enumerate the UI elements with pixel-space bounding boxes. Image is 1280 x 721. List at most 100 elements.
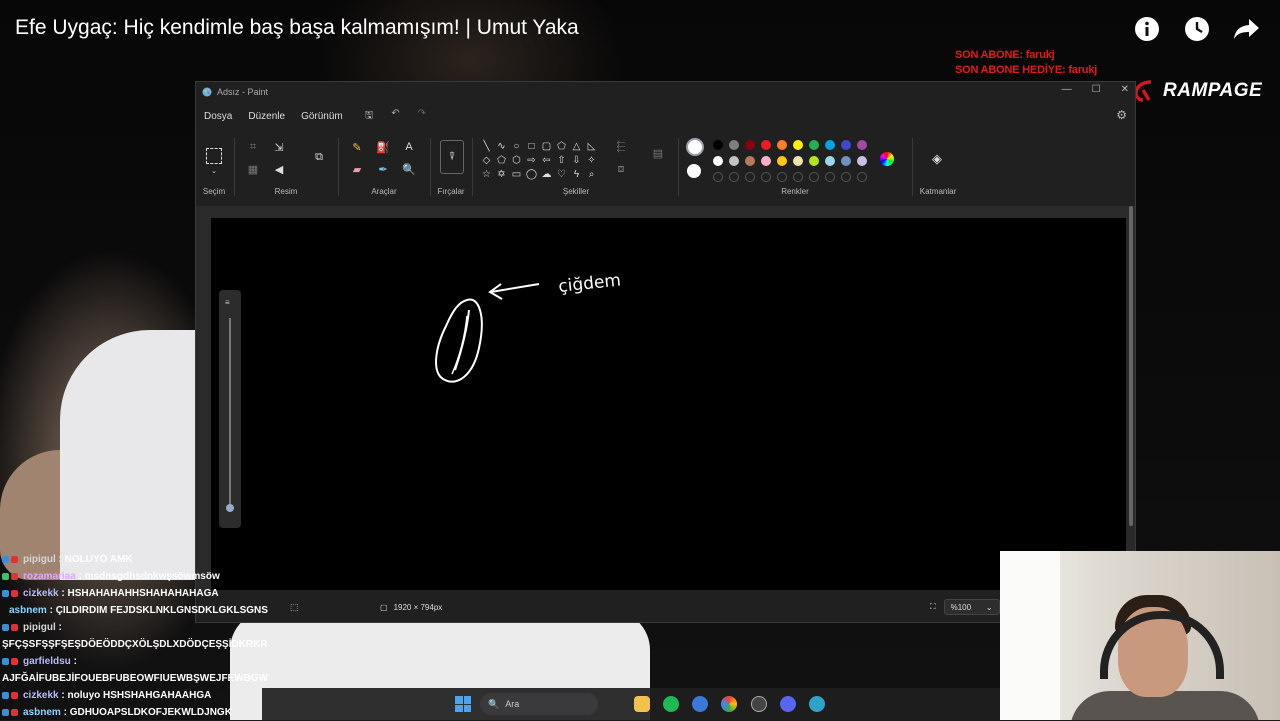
- diamond-shape-icon[interactable]: ◇: [479, 153, 494, 167]
- palette-color-swatch[interactable]: [745, 140, 755, 150]
- palette-color-swatch[interactable]: [809, 156, 819, 166]
- shape-fill-icon[interactable]: ⧈: [614, 162, 628, 176]
- palette-color-swatch[interactable]: [713, 140, 723, 150]
- shape-size-icon[interactable]: ▤: [648, 146, 668, 160]
- outline-icon[interactable]: ⬱: [614, 140, 628, 154]
- palette-color-swatch[interactable]: [729, 140, 739, 150]
- right-arrow-shape-icon[interactable]: ⇨: [524, 153, 539, 167]
- redo-icon[interactable]: ↷: [418, 108, 426, 125]
- primary-color-swatch[interactable]: [686, 138, 704, 156]
- palette-custom-slot[interactable]: [841, 172, 851, 182]
- down-arrow-shape-icon[interactable]: ⇩: [569, 153, 584, 167]
- palette-color-swatch[interactable]: [761, 140, 771, 150]
- canvas-scrollbar[interactable]: [1129, 206, 1133, 526]
- palette-custom-slot[interactable]: [713, 172, 723, 182]
- callout-oval-shape-icon[interactable]: ◯: [524, 167, 539, 181]
- chat-username[interactable]: pipigul: [23, 551, 56, 568]
- palette-custom-slot[interactable]: [793, 172, 803, 182]
- undo-icon[interactable]: ↶: [391, 108, 399, 125]
- layers-icon[interactable]: ◈: [930, 151, 944, 166]
- polygon-shape-icon[interactable]: ⬠: [554, 139, 569, 153]
- watch-later-icon[interactable]: [1182, 14, 1212, 44]
- palette-color-swatch[interactable]: [777, 156, 787, 166]
- search-icon: 🔍: [488, 698, 500, 709]
- obs-icon[interactable]: [751, 696, 767, 712]
- up-arrow-shape-icon[interactable]: ⇧: [554, 153, 569, 167]
- palette-color-swatch[interactable]: [793, 156, 803, 166]
- palette-custom-slot[interactable]: [857, 172, 867, 182]
- paint-ribbon: ⌄ Seçim ⌗ ⇲ ▦ ◀ ⧉ Resim ✎ ⛽ A ▰ ✒ 🔍 Araç…: [196, 132, 1135, 202]
- palette-color-swatch[interactable]: [809, 140, 819, 150]
- heart-shape-icon[interactable]: ♡: [554, 167, 569, 181]
- palette-color-swatch[interactable]: [825, 140, 835, 150]
- chat-username[interactable]: garfieldsu: [23, 653, 71, 670]
- palette-custom-slot[interactable]: [809, 172, 819, 182]
- save-icon[interactable]: 🖫: [365, 108, 374, 125]
- secondary-color-swatch[interactable]: [687, 164, 701, 178]
- palette-custom-slot[interactable]: [777, 172, 787, 182]
- menu-edit[interactable]: Düzenle: [248, 111, 285, 122]
- chat-username[interactable]: cizkekk: [23, 585, 59, 602]
- edit-colors-icon[interactable]: [880, 152, 894, 166]
- zoom-slider[interactable]: ≡: [219, 290, 241, 528]
- rounded-rectangle-shape-icon[interactable]: ▢: [539, 139, 554, 153]
- close-icon[interactable]: ✕: [1121, 84, 1129, 95]
- hexagon-shape-icon[interactable]: ⬡: [509, 153, 524, 167]
- palette-color-swatch[interactable]: [857, 140, 867, 150]
- right-triangle-shape-icon[interactable]: ◺: [584, 139, 599, 153]
- discord-icon[interactable]: [780, 696, 796, 712]
- chat-username[interactable]: asbnem: [9, 602, 47, 619]
- callout-cloud-shape-icon[interactable]: ☁: [539, 167, 554, 181]
- callout-rect-shape-icon[interactable]: ▭: [509, 167, 524, 181]
- menu-file[interactable]: Dosya: [204, 111, 232, 122]
- palette-color-swatch[interactable]: [825, 156, 835, 166]
- share-icon[interactable]: [1232, 14, 1262, 44]
- palette-color-swatch[interactable]: [841, 156, 851, 166]
- five-point-star-shape-icon[interactable]: ☆: [479, 167, 494, 181]
- chrome-icon[interactable]: [721, 696, 737, 712]
- zoom-slider-knob[interactable]: [226, 504, 234, 512]
- taskbar-search[interactable]: 🔍 Ara: [480, 693, 598, 715]
- file-explorer-icon[interactable]: [634, 696, 650, 712]
- chat-username[interactable]: rozamariaa: [23, 568, 76, 585]
- curve-shape-icon[interactable]: ∿: [494, 139, 509, 153]
- palette-custom-slot[interactable]: [745, 172, 755, 182]
- chat-username[interactable]: asbnem: [23, 704, 61, 721]
- left-arrow-shape-icon[interactable]: ⇦: [539, 153, 554, 167]
- palette-color-swatch[interactable]: [841, 140, 851, 150]
- oval-shape-icon[interactable]: ○: [509, 139, 524, 153]
- lightning-shape-icon[interactable]: ϟ: [569, 167, 584, 181]
- palette-color-swatch[interactable]: [761, 156, 771, 166]
- four-point-star-shape-icon[interactable]: ✧: [584, 153, 599, 167]
- settings-gear-icon[interactable]: ⚙: [1116, 108, 1127, 122]
- palette-color-swatch[interactable]: [713, 156, 723, 166]
- triangle-shape-icon[interactable]: △: [569, 139, 584, 153]
- chat-username[interactable]: cizkekk: [23, 687, 59, 704]
- spotify-icon[interactable]: [663, 696, 679, 712]
- network-app-icon[interactable]: [809, 696, 825, 712]
- windows-start-icon[interactable]: [455, 696, 471, 712]
- menu-view[interactable]: Görünüm: [301, 111, 343, 122]
- info-icon[interactable]: [1132, 14, 1162, 44]
- minimize-icon[interactable]: —: [1062, 84, 1072, 95]
- shape-more-icon[interactable]: ⌕: [584, 167, 599, 181]
- rectangle-shape-icon[interactable]: □: [524, 139, 539, 153]
- colors-label: Renkler: [781, 187, 809, 196]
- browser-icon[interactable]: [692, 696, 708, 712]
- fit-to-window-icon[interactable]: ⛶: [930, 602, 936, 612]
- palette-custom-slot[interactable]: [761, 172, 771, 182]
- palette-color-swatch[interactable]: [777, 140, 787, 150]
- zoom-select[interactable]: %100 ⌄: [943, 599, 1000, 615]
- chat-username[interactable]: pipigul: [23, 619, 56, 636]
- six-point-star-shape-icon[interactable]: ✡: [494, 167, 509, 181]
- palette-color-swatch[interactable]: [857, 156, 867, 166]
- palette-custom-slot[interactable]: [729, 172, 739, 182]
- line-shape-icon[interactable]: ╲: [479, 139, 494, 153]
- palette-color-swatch[interactable]: [745, 156, 755, 166]
- palette-custom-slot[interactable]: [825, 172, 835, 182]
- pentagon-shape-icon[interactable]: ⬠: [494, 153, 509, 167]
- maximize-icon[interactable]: ☐: [1092, 84, 1101, 95]
- palette-color-swatch[interactable]: [793, 140, 803, 150]
- drawing-canvas[interactable]: çiğdem ≡: [211, 218, 1126, 590]
- palette-color-swatch[interactable]: [729, 156, 739, 166]
